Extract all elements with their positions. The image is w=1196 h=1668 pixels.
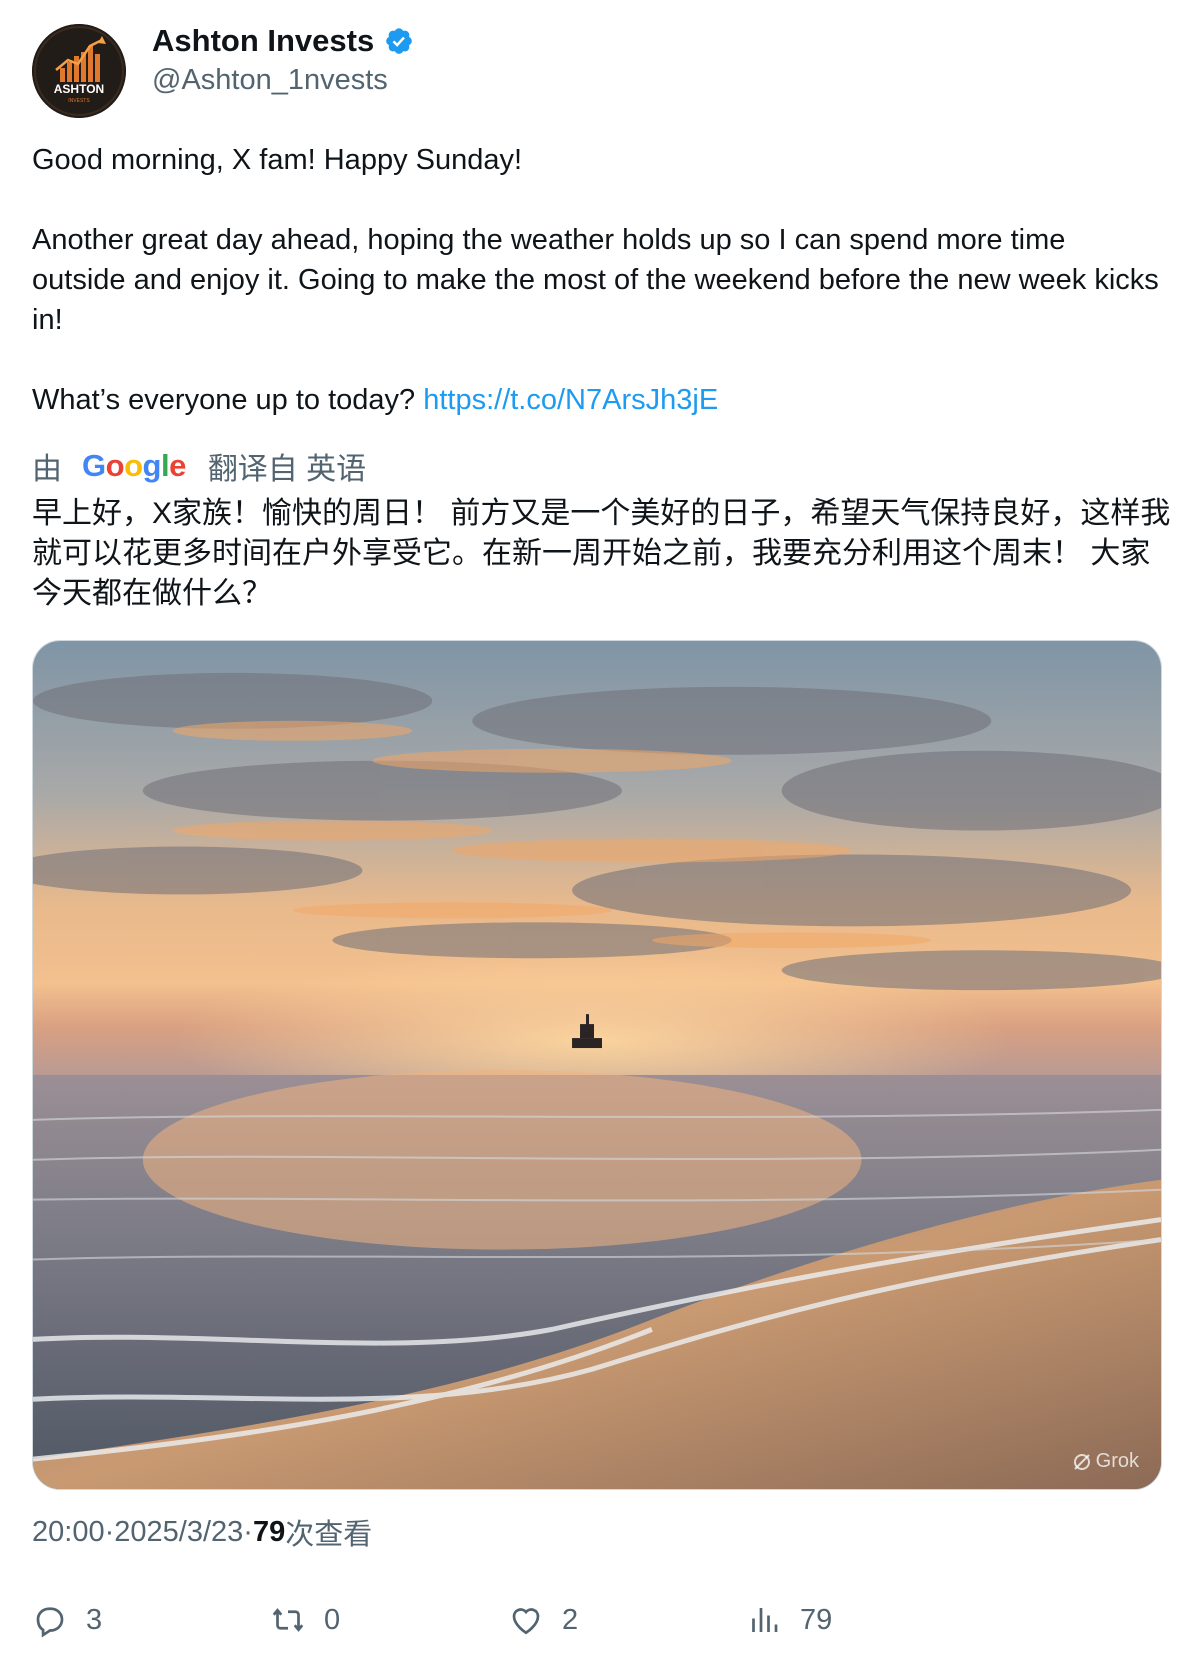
grok-icon (1073, 1453, 1090, 1470)
google-logo: Google (82, 448, 186, 483)
post-link[interactable]: https://t.co/N7ArsJh3jE (423, 384, 718, 416)
views-label: 次查看 (285, 1519, 373, 1551)
post-line-2: Another great day ahead, hoping the weat… (32, 224, 1159, 336)
author-name[interactable]: Ashton Invests (152, 22, 414, 60)
views-button[interactable]: 79 (746, 1595, 832, 1645)
views-count[interactable]: 79 (253, 1516, 285, 1549)
like-button[interactable]: 2 (508, 1595, 578, 1645)
verified-badge-icon (386, 28, 413, 54)
reply-icon (36, 1607, 64, 1638)
meta-separator: · (243, 1515, 253, 1548)
post-time[interactable]: 20:00 (32, 1516, 105, 1549)
sunset-beach-image (33, 641, 1161, 1489)
author-handle[interactable]: @Ashton_1nvests (152, 62, 388, 98)
heart-icon (512, 1608, 540, 1635)
views-action-count: 79 (800, 1603, 833, 1636)
avatar[interactable]: ASHTON INVESTS (32, 24, 126, 118)
reply-count: 3 (86, 1603, 103, 1636)
post-line-3: What’s everyone up to today? https://t.c… (32, 380, 1162, 420)
translation-suffix: 翻译自 英语 (207, 453, 367, 486)
post-text: Good morning, X fam! Happy Sunday! Anoth… (32, 140, 1162, 420)
repost-button[interactable]: 0 (270, 1595, 340, 1645)
repost-icon (272, 1608, 304, 1632)
svg-text:INVESTS: INVESTS (68, 98, 90, 104)
reply-button[interactable]: 3 (32, 1595, 102, 1645)
repost-count: 0 (324, 1603, 341, 1636)
author-name-text[interactable]: Ashton Invests (152, 22, 374, 60)
post-date[interactable]: 2025/3/23 (114, 1516, 243, 1549)
action-bar: 3 0 2 79 (32, 1595, 1162, 1645)
translated-text: 早上好，X家族！愉快的周日！ 前方又是一个美好的日子，希望天气保持良好，这样我就… (32, 497, 1171, 610)
post-question: What’s everyone up to today? (32, 384, 424, 416)
analytics-icon (752, 1608, 778, 1632)
post-meta: 20:00 · 2025/3/23 · 79 次查看 (32, 1510, 372, 1554)
translation-attribution[interactable]: 由 Google 翻译自 英语 (32, 446, 366, 486)
grok-watermark: Grok (1072, 1450, 1139, 1473)
meta-separator: · (104, 1515, 115, 1548)
svg-text:ASHTON: ASHTON (54, 82, 104, 96)
like-count: 2 (562, 1603, 579, 1636)
grok-label: Grok (1095, 1450, 1139, 1472)
post-image[interactable]: Grok (32, 640, 1162, 1490)
post-line-1: Good morning, X fam! Happy Sunday! (32, 144, 523, 176)
ashton-invests-logo: ASHTON INVESTS (32, 24, 126, 118)
translation-prefix: 由 (32, 453, 62, 486)
